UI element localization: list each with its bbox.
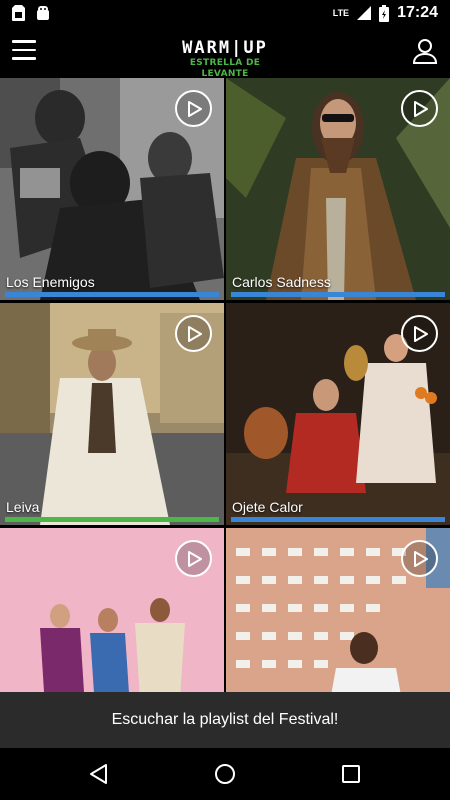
artist-card[interactable]: Ojete Calor [226,303,450,525]
recents-icon[interactable] [342,765,360,783]
play-button[interactable] [401,90,438,127]
logo-title: WARM|UP [182,38,268,58]
play-icon [414,551,428,567]
artist-card[interactable]: Los Enemigos [0,78,224,300]
artist-bar [5,517,219,522]
artist-name: Leiva [6,499,40,515]
app-bar: WARM|UP ESTRELLA DE LEVANTE [0,26,450,80]
logo-subtitle: ESTRELLA DE LEVANTE [189,58,261,79]
app-logo: WARM|UP ESTRELLA DE LEVANTE [166,40,284,80]
artist-bar [5,292,219,297]
artist-grid: Los Enemigos Carlos Sadness Leiva Ojete … [0,78,450,692]
playlist-button[interactable]: Escuchar la playlist del Festival! [0,692,450,748]
artist-name: Carlos Sadness [232,274,331,290]
clock: 17:24 [397,4,438,21]
artist-name: Los Enemigos [6,274,95,290]
back-icon[interactable] [88,763,110,785]
play-icon [188,101,202,117]
user-icon[interactable] [412,38,438,64]
network-type: LTE [332,8,350,18]
playlist-label: Escuchar la playlist del Festival! [111,711,339,728]
artist-card[interactable] [226,528,450,692]
android-icon [37,6,49,20]
play-icon [188,551,202,567]
play-button[interactable] [175,315,212,352]
artist-bar [231,517,445,522]
battery-icon [379,4,390,22]
artist-bar [231,292,445,297]
play-icon [414,101,428,117]
artist-card[interactable]: Leiva [0,303,224,525]
home-icon[interactable] [214,763,236,785]
play-button[interactable] [401,540,438,577]
artist-card[interactable] [0,528,224,692]
status-bar: LTE 17:24 [0,0,450,26]
sim-card-icon [12,5,25,21]
play-button[interactable] [175,540,212,577]
play-button[interactable] [175,90,212,127]
system-nav-bar [0,748,450,800]
play-button[interactable] [401,315,438,352]
play-icon [188,326,202,342]
artist-name: Ojete Calor [232,499,303,515]
menu-icon[interactable] [12,40,36,62]
signal-icon [357,6,372,20]
artist-card[interactable]: Carlos Sadness [226,78,450,300]
play-icon [414,326,428,342]
